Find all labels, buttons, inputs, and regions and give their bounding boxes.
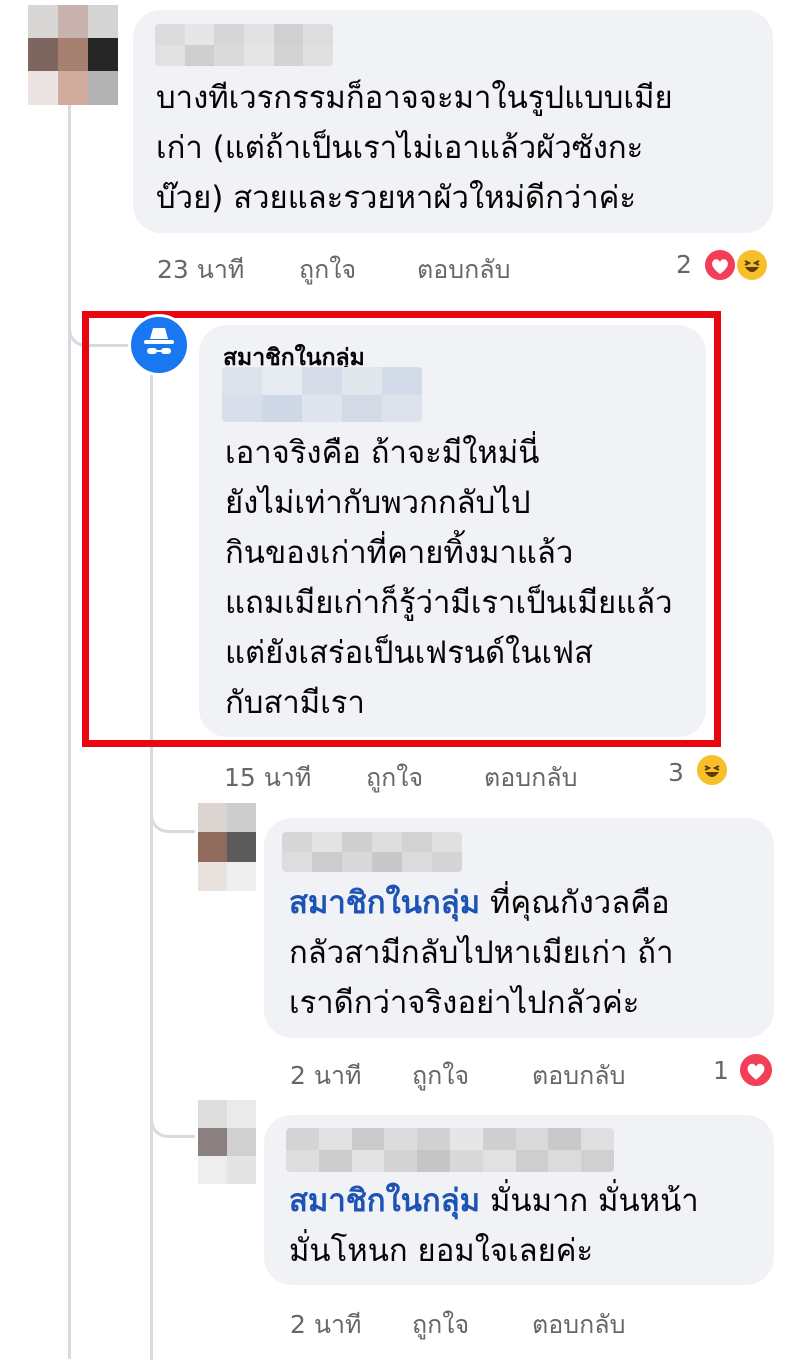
avatar[interactable] <box>28 5 118 105</box>
heart-icon[interactable] <box>738 1052 774 1088</box>
thread-connector <box>150 800 195 833</box>
reply-button[interactable]: ตอบกลับ <box>532 1056 625 1096</box>
comment-text-line: ยังไม่เท่ากับพวกกลับไป <box>225 485 531 521</box>
timestamp[interactable]: 2 นาที <box>290 1056 361 1096</box>
avatar[interactable] <box>198 1100 256 1184</box>
comment-text-line: กลัวสามีกลับไปหาเมียเก่า ถ้า <box>289 935 674 971</box>
blurred-author-name[interactable] <box>286 1128 614 1172</box>
reaction-count[interactable]: 1 <box>713 1056 729 1085</box>
comment-text-line: เราดีกว่าจริงอย่าไปกลัวค่ะ <box>289 985 640 1021</box>
comment-text-line: มั่นโหนก ยอมใจเลยค่ะ <box>289 1233 594 1269</box>
comment-text-line: เก่า (แต่ถ้าเป็นเราไม่เอาแล้วผัวซังกะ <box>156 130 644 166</box>
heart-icon[interactable] <box>703 248 737 282</box>
haha-icon[interactable] <box>695 753 729 787</box>
mention-link[interactable]: สมาชิกในกลุ่ม <box>289 1183 480 1219</box>
comment-text-line: เอาจริงคือ ถ้าจะมีใหม่นี่ <box>225 435 540 471</box>
like-button[interactable]: ถูกใจ <box>299 250 356 290</box>
reply-button[interactable]: ตอบกลับ <box>484 758 577 798</box>
mention-link[interactable]: สมาชิกในกลุ่ม <box>289 885 480 921</box>
like-button[interactable]: ถูกใจ <box>366 758 423 798</box>
comment-text-line: บางทีเวรกรรมก็อาจจะมาในรูปแบบเมีย <box>156 80 673 116</box>
reaction-count[interactable]: 2 <box>676 250 692 279</box>
reply-button[interactable]: ตอบกลับ <box>532 1305 625 1345</box>
blurred-author-name <box>222 367 422 422</box>
anonymous-member-icon[interactable] <box>128 314 190 376</box>
haha-icon[interactable] <box>735 248 769 282</box>
comment-text: มั่นมาก มั่นหน้า <box>480 1183 699 1219</box>
comment-text-line: กับสามีเรา <box>225 685 365 721</box>
timestamp[interactable]: 2 นาที <box>290 1305 361 1345</box>
thread-connector <box>150 1105 195 1138</box>
timestamp[interactable]: 15 นาที <box>224 758 311 798</box>
comment-text-line: บ๊วย) สวยและรวยหาผัวใหม่ดีกว่าค่ะ <box>156 180 637 216</box>
comment-text-line: สมาชิกในกลุ่ม มั่นมาก มั่นหน้า <box>289 1176 699 1226</box>
comment-text-line: แถมเมียเก่าก็รู้ว่ามีเราเป็นเมียแล้ว <box>225 585 673 621</box>
timestamp[interactable]: 23 นาที <box>157 250 244 290</box>
blurred-author-name[interactable] <box>155 24 333 66</box>
thread-line-main <box>68 95 71 1359</box>
avatar[interactable] <box>198 803 256 891</box>
reply-button[interactable]: ตอบกลับ <box>417 250 510 290</box>
like-button[interactable]: ถูกใจ <box>412 1305 469 1345</box>
comment-text: ที่คุณกังวลคือ <box>480 885 670 921</box>
like-button[interactable]: ถูกใจ <box>412 1056 469 1096</box>
comment-text-line: กินของเก่าที่คายทิ้งมาแล้ว <box>225 535 574 571</box>
reaction-count[interactable]: 3 <box>668 758 684 787</box>
blurred-author-name[interactable] <box>282 832 462 872</box>
comment-text-line: แต่ยังเสร่อเป็นเฟรนด์ในเฟส <box>225 635 593 671</box>
comment-text-line: สมาชิกในกลุ่ม ที่คุณกังวลคือ <box>289 878 670 928</box>
